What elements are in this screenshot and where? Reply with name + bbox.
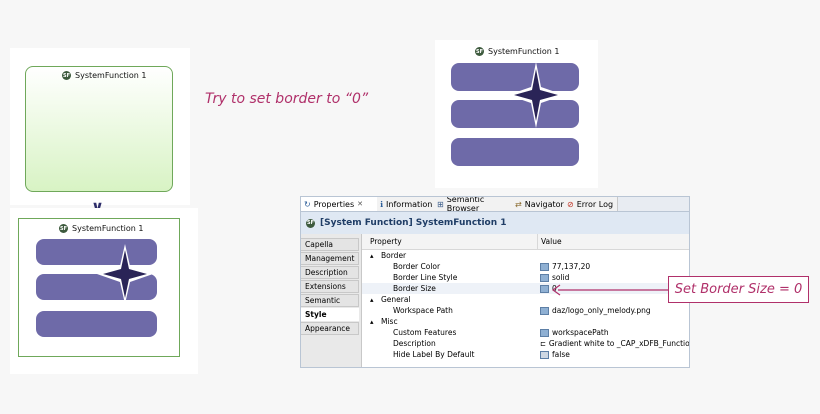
property-value[interactable]: daz/logo_only_melody.png bbox=[540, 306, 651, 315]
left-tab-style[interactable]: Style bbox=[301, 308, 359, 321]
expander-icon[interactable]: ▴ bbox=[370, 252, 374, 260]
node-b-bar-3 bbox=[36, 311, 157, 337]
property-key: Workspace Path bbox=[393, 306, 453, 315]
system-function-icon: SF bbox=[306, 218, 315, 228]
navigator-icon: ⇄ bbox=[515, 199, 522, 209]
value-icon bbox=[540, 350, 549, 359]
property-key: Border Size bbox=[393, 284, 436, 293]
tab-error-log-label: Error Log bbox=[576, 199, 614, 209]
node-c-label: SF SystemFunction 1 bbox=[475, 47, 560, 56]
tab-navigator[interactable]: ⇄ Navigator bbox=[512, 197, 568, 211]
star-logo-icon bbox=[97, 244, 153, 304]
expander-icon[interactable]: ▴ bbox=[370, 296, 374, 304]
column-divider bbox=[537, 234, 538, 249]
table-row[interactable]: Border Color 77,137,20 bbox=[362, 261, 689, 272]
system-function-icon: SF bbox=[62, 71, 71, 80]
property-value-text: daz/logo_only_melody.png bbox=[552, 306, 651, 315]
diagram-panel-b: SF SystemFunction 1 bbox=[10, 208, 198, 374]
tab-properties[interactable]: ↻ Properties ✕ bbox=[301, 197, 378, 211]
star-logo-icon bbox=[508, 62, 564, 128]
tab-error-log[interactable]: ⊘ Error Log bbox=[564, 197, 618, 211]
property-value[interactable]: workspacePath bbox=[540, 328, 609, 337]
close-icon[interactable]: ✕ bbox=[357, 200, 363, 208]
table-row[interactable]: Workspace Path daz/logo_only_melody.png bbox=[362, 305, 689, 316]
property-key: Border Line Style bbox=[393, 273, 458, 282]
left-tab-extensions[interactable]: Extensions bbox=[301, 280, 359, 293]
group-label: General bbox=[381, 295, 411, 304]
group-label: Border bbox=[381, 251, 407, 260]
property-value-text: solid bbox=[552, 273, 570, 282]
system-function-icon: SF bbox=[475, 47, 484, 56]
group-row-border[interactable]: ▴ Border bbox=[362, 250, 689, 261]
diagram-panel-a: SF SystemFunction 1 bbox=[10, 48, 190, 205]
left-tab-appearance[interactable]: Appearance bbox=[301, 322, 359, 335]
table-header: Property Value bbox=[362, 234, 689, 250]
callout-arrow bbox=[551, 284, 670, 296]
property-value[interactable]: solid bbox=[540, 273, 569, 282]
property-table: Property Value ▴ Border Border Color 77,… bbox=[362, 234, 689, 367]
error-log-icon: ⊘ bbox=[567, 199, 574, 209]
tab-information[interactable]: ℹ Information bbox=[377, 197, 436, 211]
tab-semantic-browser-label: Semantic Browser bbox=[446, 196, 485, 213]
callout-box: Set Border Size = 0 bbox=[668, 276, 809, 303]
left-tab-management[interactable]: Management bbox=[301, 252, 359, 265]
value-icon bbox=[540, 262, 549, 271]
table-row[interactable]: Description ⊏ Gradient white to _CAP_xDFB… bbox=[362, 338, 689, 349]
node-a-label: SF SystemFunction 1 bbox=[62, 71, 147, 80]
properties-header-title: [System Function] SystemFunction 1 bbox=[320, 218, 507, 228]
column-header-value[interactable]: Value bbox=[541, 237, 562, 246]
table-row[interactable]: Border Line Style solid bbox=[362, 272, 689, 283]
property-value[interactable]: 77,137,20 bbox=[540, 262, 590, 271]
semantic-browser-icon: ⊞ bbox=[437, 199, 444, 209]
node-b-label: SF SystemFunction 1 bbox=[59, 224, 144, 233]
property-value-text: workspacePath bbox=[552, 328, 609, 337]
properties-view: ↻ Properties ✕ ℹ Information ⊞ Semantic … bbox=[300, 196, 690, 368]
property-value-text: 77,137,20 bbox=[552, 262, 591, 271]
group-row-misc[interactable]: ▴ Misc bbox=[362, 316, 689, 327]
system-function-icon: SF bbox=[59, 224, 68, 233]
text-value-icon: ⊏ bbox=[540, 339, 546, 348]
tab-properties-label: Properties bbox=[313, 199, 355, 209]
property-value[interactable]: false bbox=[540, 350, 570, 359]
node-c-bar-3 bbox=[451, 138, 579, 166]
table-row[interactable]: Hide Label By Default false bbox=[362, 349, 689, 360]
node-b-title: SystemFunction 1 bbox=[72, 224, 144, 233]
tab-semantic-browser[interactable]: ⊞ Semantic Browser bbox=[434, 196, 515, 213]
expander-icon[interactable]: ▴ bbox=[370, 318, 374, 326]
properties-header: SF [System Function] SystemFunction 1 bbox=[301, 212, 689, 234]
property-key: Hide Label By Default bbox=[393, 350, 475, 359]
property-value-text: false bbox=[552, 350, 570, 359]
group-label: Misc bbox=[381, 317, 398, 326]
note-try-border: Try to set border to “0” bbox=[205, 91, 369, 107]
property-value[interactable]: ⊏ Gradient white to _CAP_xDFB_Function_G bbox=[540, 339, 690, 348]
property-key: Custom Features bbox=[393, 328, 457, 337]
diagram-panel-c: SF SystemFunction 1 bbox=[435, 40, 598, 188]
left-tab-description[interactable]: Description bbox=[301, 266, 359, 279]
node-c-title: SystemFunction 1 bbox=[488, 47, 560, 56]
property-value-text: Gradient white to _CAP_xDFB_Function_G bbox=[548, 339, 690, 348]
property-key: Description bbox=[393, 339, 436, 348]
value-icon bbox=[540, 273, 549, 282]
info-icon: ℹ bbox=[380, 199, 384, 209]
property-key: Border Color bbox=[393, 262, 441, 271]
left-tab-semantic[interactable]: Semantic bbox=[301, 294, 359, 307]
system-function-node-b[interactable]: SF SystemFunction 1 bbox=[18, 218, 180, 357]
tab-information-label: Information bbox=[386, 199, 433, 209]
table-row[interactable]: Custom Features workspacePath bbox=[362, 327, 689, 338]
view-tab-bar: ↻ Properties ✕ ℹ Information ⊞ Semantic … bbox=[301, 196, 689, 213]
callout-text: Set Border Size = 0 bbox=[674, 282, 803, 297]
left-tab-capella[interactable]: Capella bbox=[301, 238, 359, 251]
left-tab-column: Capella Management Description Extension… bbox=[301, 234, 362, 367]
properties-icon: ↻ bbox=[304, 199, 311, 209]
value-icon bbox=[540, 328, 549, 337]
column-header-property[interactable]: Property bbox=[370, 237, 402, 246]
node-a-title: SystemFunction 1 bbox=[75, 71, 147, 80]
system-function-node-a[interactable]: SF SystemFunction 1 bbox=[25, 66, 173, 192]
value-icon bbox=[540, 306, 549, 315]
tab-navigator-label: Navigator bbox=[524, 199, 564, 209]
